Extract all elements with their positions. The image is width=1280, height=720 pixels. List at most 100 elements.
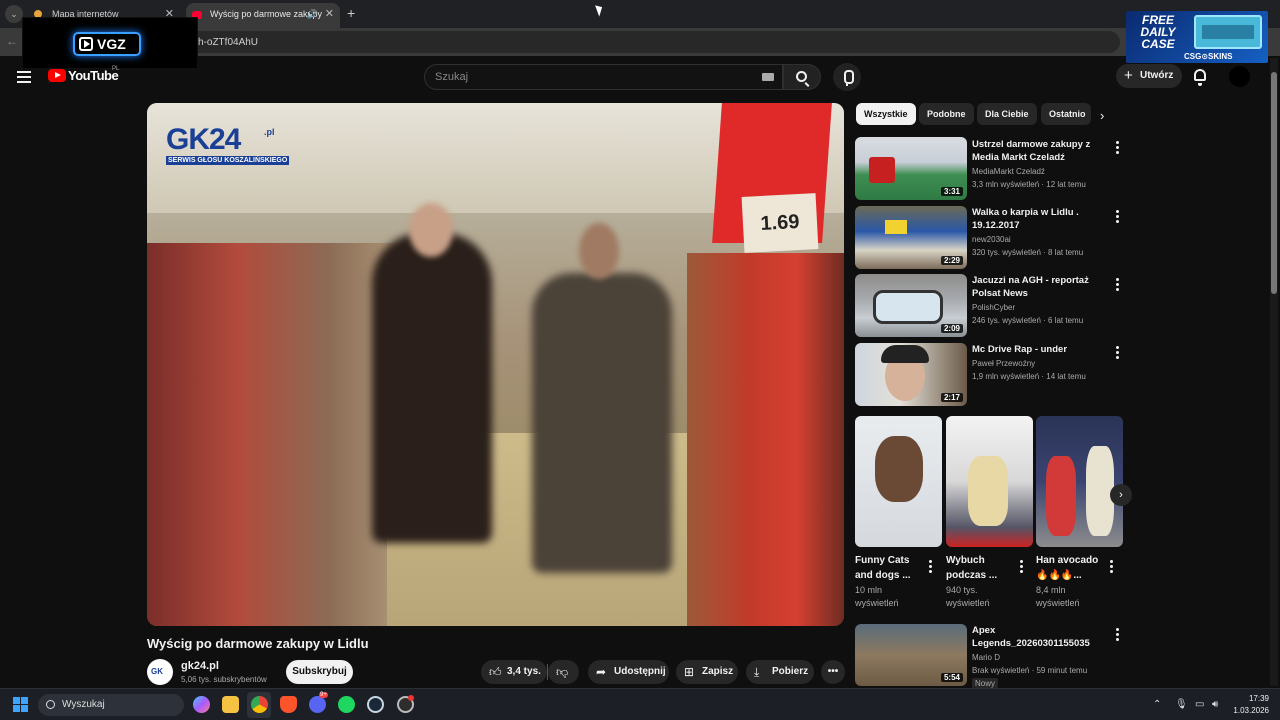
youtube-logo-icon[interactable] <box>48 69 66 82</box>
short-title[interactable]: Funny Cats and dogs ... <box>855 553 927 583</box>
hamburger-menu-icon[interactable] <box>17 71 31 86</box>
voice-search-mic-icon[interactable] <box>833 63 861 91</box>
duration-badge: 2:29 <box>940 256 963 265</box>
short-title[interactable]: Wybuch podczas ... <box>946 553 1018 583</box>
url-text[interactable]: h-oZTf04AhU <box>198 37 258 48</box>
more-vert-icon[interactable] <box>1116 210 1120 225</box>
rec-channel[interactable]: Paweł Przewoźny <box>972 357 1112 370</box>
channel-avatar[interactable] <box>147 659 173 685</box>
search-placeholder: Szukaj <box>435 71 469 83</box>
discord-icon[interactable]: 9+ <box>309 692 328 713</box>
rec-channel[interactable]: MediaMarkt Czeladź <box>972 165 1112 178</box>
rec-stats: 1,9 mln wyświetleń · 14 lat temu <box>972 372 1086 381</box>
new-tab-button[interactable]: + <box>347 5 355 21</box>
chrome-icon[interactable] <box>251 696 268 713</box>
search-icon <box>796 71 807 82</box>
network-icon[interactable]: ▭ <box>1195 699 1204 710</box>
search-button[interactable] <box>783 64 821 90</box>
more-vert-icon[interactable] <box>1116 346 1120 361</box>
tab-youtube-video[interactable]: Wyścig po darmowe zakupy 🔊 ✕ <box>186 3 340 28</box>
close-tab-icon[interactable]: ✕ <box>325 3 334 25</box>
rec-title[interactable]: Jacuzzi na AGH - reportaż Polsat News <box>972 274 1107 300</box>
copilot-icon[interactable] <box>193 696 210 713</box>
rec-thumbnail[interactable]: 5:54 <box>855 624 967 686</box>
rec-channel[interactable]: Mario D <box>972 651 1112 664</box>
subscribe-button[interactable]: Subskrybuj <box>286 660 353 684</box>
short-views: 940 tys. wyświetleń <box>946 585 990 608</box>
rec-title[interactable]: Walka o karpia w Lidlu . 19.12.2017 <box>972 206 1107 232</box>
region-code: PL <box>112 66 120 72</box>
chevron-right-icon[interactable]: › <box>1100 108 1104 123</box>
keyboard-icon[interactable] <box>762 73 774 81</box>
play-icon <box>79 37 93 51</box>
duration-badge: 2:09 <box>940 324 963 333</box>
ad-headline: FREE DAILY CASE <box>1140 13 1176 51</box>
rec-thumbnail[interactable]: 2:09 <box>855 274 967 337</box>
youtube-wordmark[interactable]: YouTube <box>68 68 119 83</box>
chip-for-you[interactable]: Dla Ciebie <box>977 103 1037 125</box>
rec-channel[interactable]: new2030ai <box>972 233 1112 246</box>
like-button[interactable]: 👍︎ 3,4 tys. <box>481 660 547 684</box>
short-thumbnail[interactable] <box>1036 416 1123 547</box>
short-thumbnail[interactable] <box>946 416 1033 547</box>
tab-title: Wyścig po darmowe zakupy <box>210 9 322 19</box>
bookmark-icon: ⊞ <box>684 665 695 679</box>
more-vert-icon[interactable] <box>1110 560 1113 575</box>
volume-icon[interactable]: 🔊︎ <box>1212 699 1218 710</box>
rec-stats: Brak wyświetleń · 59 minut temu <box>972 666 1088 675</box>
video-player[interactable]: 1.69 GK24 .pl SERWIS GŁOSU KOSZALIŃSKIEG… <box>147 103 844 626</box>
more-vert-icon[interactable] <box>1116 141 1120 156</box>
rec-thumbnail[interactable]: 2:29 <box>855 206 967 269</box>
csgo-skins-ad[interactable]: FREE DAILY CASE CSG⊙SKINS <box>1126 11 1268 63</box>
dislike-button[interactable]: 👎︎ <box>548 660 579 684</box>
rec-thumbnail[interactable]: 3:31 <box>855 137 967 200</box>
search-icon <box>46 700 55 709</box>
more-vert-icon[interactable] <box>1020 560 1023 575</box>
video-title: Wyścig po darmowe zakupy w Lidlu <box>147 636 369 651</box>
taskbar-search-input[interactable]: Wyszukaj <box>38 694 184 716</box>
chip-related[interactable]: Podobne <box>919 103 974 125</box>
channel-name[interactable]: gk24.pl <box>181 660 219 672</box>
notifications-bell-icon[interactable] <box>1194 69 1206 86</box>
more-vert-icon[interactable] <box>929 560 932 575</box>
create-button[interactable]: + Utwórz <box>1116 64 1182 88</box>
rec-thumbnail[interactable]: 2:17 <box>855 343 967 406</box>
clock-date: 1.03.2026 <box>1233 706 1269 715</box>
speaker-icon[interactable]: 🔊 <box>307 3 318 25</box>
brave-icon[interactable] <box>280 696 297 713</box>
chip-all[interactable]: Wszystkie <box>856 103 916 125</box>
windows-start-icon[interactable] <box>13 697 29 713</box>
tab-search-button[interactable]: ⌄ <box>5 5 23 23</box>
rec-title[interactable]: Apex Legends_20260301155035 <box>972 624 1107 650</box>
rec-title[interactable]: Mc Drive Rap - under <box>972 343 1107 356</box>
scrollbar-thumb[interactable] <box>1271 72 1277 294</box>
save-button[interactable]: ⊞ Zapisz <box>676 660 738 684</box>
short-title[interactable]: Han avocado 🔥🔥🔥... <box>1036 553 1112 583</box>
app-icon[interactable] <box>397 695 414 713</box>
steam-icon[interactable] <box>367 696 384 713</box>
taskbar-clock[interactable]: 17:39 1.03.2026 <box>1229 693 1269 717</box>
duration-badge: 3:31 <box>940 187 963 196</box>
gk24-watermark: GK24 .pl SERWIS GŁOSU KOSZALIŃSKIEGO <box>166 123 290 165</box>
rec-stats: 3,3 mln wyświetleń · 12 lat temu <box>972 180 1086 189</box>
rec-title[interactable]: Ustrzel darmowe zakupy z Media Markt Cze… <box>972 138 1107 164</box>
more-vert-icon[interactable] <box>1116 278 1120 293</box>
spotify-icon[interactable] <box>338 696 355 713</box>
account-avatar[interactable] <box>1229 66 1250 87</box>
chip-recent[interactable]: Ostatnio <box>1041 103 1091 125</box>
search-input[interactable]: Szukaj <box>424 64 783 90</box>
thumbs-up-icon: 👍︎ <box>489 665 502 679</box>
more-vert-icon[interactable] <box>1116 628 1120 643</box>
rec-channel[interactable]: PolishCyber <box>972 301 1112 314</box>
ad-brand: CSG⊙SKINS <box>1184 52 1233 61</box>
shorts-next-chevron-icon[interactable]: › <box>1110 484 1132 506</box>
file-explorer-icon[interactable] <box>222 696 239 713</box>
download-button[interactable]: ⤓ Pobierz <box>746 660 814 684</box>
more-actions-button[interactable]: ••• <box>821 660 845 684</box>
back-arrow-icon[interactable]: ← <box>6 34 18 48</box>
microphone-icon[interactable]: 🎙︎ <box>1175 699 1188 710</box>
short-thumbnail[interactable] <box>855 416 942 547</box>
clock-time: 17:39 <box>1248 694 1269 703</box>
share-button[interactable]: ➦ Udostępnij <box>588 660 669 684</box>
chevron-up-icon[interactable]: ⌃ <box>1153 699 1161 710</box>
